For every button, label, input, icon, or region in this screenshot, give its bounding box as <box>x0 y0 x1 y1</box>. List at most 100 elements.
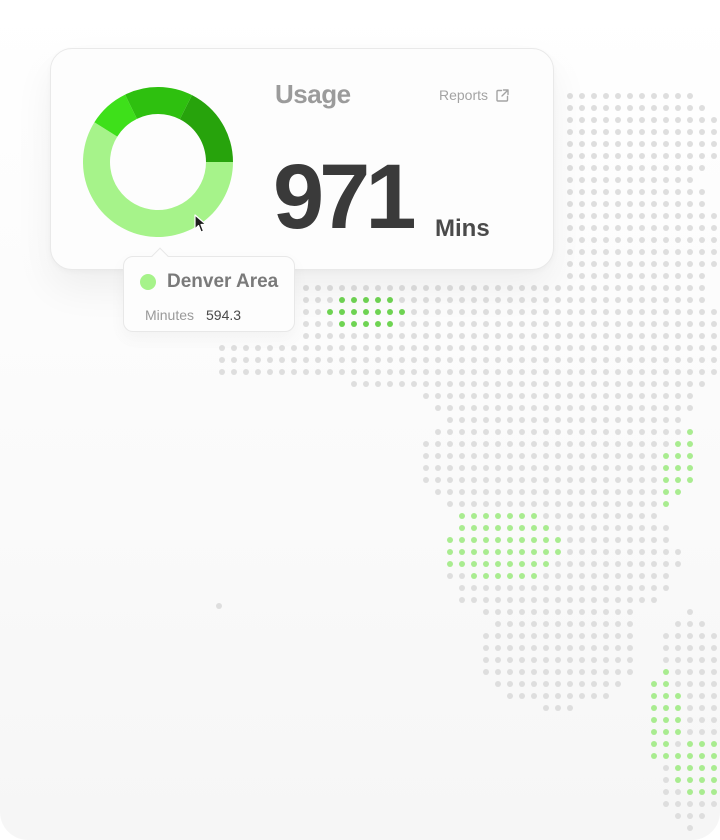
map-dot <box>711 369 717 375</box>
map-dot <box>615 177 621 183</box>
map-dot <box>687 825 693 831</box>
map-dot <box>687 477 693 483</box>
map-dot <box>651 453 657 459</box>
map-dot <box>471 297 477 303</box>
map-dot <box>555 321 561 327</box>
map-dot <box>447 561 453 567</box>
map-dot <box>531 681 537 687</box>
map-dot <box>459 357 465 363</box>
map-dot <box>519 633 525 639</box>
map-dot <box>687 813 693 819</box>
map-dot <box>435 309 441 315</box>
map-dot <box>507 381 513 387</box>
map-dot <box>639 561 645 567</box>
usage-total-value: 971 <box>273 146 416 248</box>
map-dot <box>495 501 501 507</box>
map-dot <box>567 633 573 639</box>
map-dot <box>627 117 633 123</box>
map-dot <box>459 333 465 339</box>
map-dot <box>699 189 705 195</box>
map-dot <box>603 369 609 375</box>
map-dot <box>687 405 693 411</box>
map-dot <box>507 429 513 435</box>
map-dot <box>699 273 705 279</box>
usage-total-unit: Mins <box>435 215 490 242</box>
map-dot <box>495 309 501 315</box>
map-dot <box>591 369 597 375</box>
map-dot <box>603 165 609 171</box>
map-dot <box>603 561 609 567</box>
map-dot <box>639 453 645 459</box>
map-dot <box>651 525 657 531</box>
map-dot <box>627 561 633 567</box>
map-dot <box>663 141 669 147</box>
map-dot <box>519 513 525 519</box>
map-dot <box>531 297 537 303</box>
map-dot <box>675 273 681 279</box>
map-dot <box>531 549 537 555</box>
tooltip-metric-value: 594.3 <box>206 307 242 323</box>
map-dot <box>663 693 669 699</box>
map-dot <box>591 129 597 135</box>
map-dot <box>435 285 441 291</box>
map-dot <box>543 441 549 447</box>
map-dot <box>639 429 645 435</box>
map-dot <box>519 429 525 435</box>
usage-donut-chart[interactable] <box>83 87 233 237</box>
map-dot <box>675 489 681 495</box>
map-dot <box>507 585 513 591</box>
map-dot <box>687 141 693 147</box>
map-dot <box>639 597 645 603</box>
donut-segment[interactable] <box>125 87 193 120</box>
map-dot <box>639 213 645 219</box>
map-dot <box>651 369 657 375</box>
map-dot <box>555 513 561 519</box>
map-dot <box>555 645 561 651</box>
map-dot <box>555 453 561 459</box>
map-dot <box>615 417 621 423</box>
map-dot <box>663 297 669 303</box>
map-dot <box>555 393 561 399</box>
map-dot <box>591 225 597 231</box>
map-dot <box>579 441 585 447</box>
map-dot <box>603 285 609 291</box>
map-dot <box>627 141 633 147</box>
map-dot <box>567 573 573 579</box>
map-dot <box>375 321 381 327</box>
map-dot <box>615 201 621 207</box>
map-dot <box>483 453 489 459</box>
map-dot <box>627 93 633 99</box>
map-dot <box>543 357 549 363</box>
map-dot <box>531 609 537 615</box>
map-dot <box>579 633 585 639</box>
map-dot <box>687 741 693 747</box>
map-dot <box>483 549 489 555</box>
map-dot <box>639 417 645 423</box>
map-dot <box>531 321 537 327</box>
map-dot <box>615 393 621 399</box>
map-dot <box>675 669 681 675</box>
map-dot <box>651 141 657 147</box>
map-dot <box>591 465 597 471</box>
map-dot <box>603 297 609 303</box>
map-dot <box>639 261 645 267</box>
map-dot <box>639 297 645 303</box>
reports-link[interactable]: Reports <box>439 87 509 103</box>
map-dot <box>603 141 609 147</box>
map-dot <box>507 561 513 567</box>
map-dot <box>627 441 633 447</box>
map-dot <box>387 321 393 327</box>
map-dot <box>603 537 609 543</box>
donut-segment[interactable] <box>179 95 233 162</box>
map-dot <box>507 405 513 411</box>
map-dot <box>567 705 573 711</box>
map-dot <box>615 357 621 363</box>
map-dot <box>579 573 585 579</box>
map-dot <box>363 285 369 291</box>
map-dot <box>519 501 525 507</box>
map-dot <box>447 333 453 339</box>
map-dot <box>567 477 573 483</box>
map-dot <box>567 237 573 243</box>
map-dot <box>579 285 585 291</box>
map-dot <box>243 369 249 375</box>
